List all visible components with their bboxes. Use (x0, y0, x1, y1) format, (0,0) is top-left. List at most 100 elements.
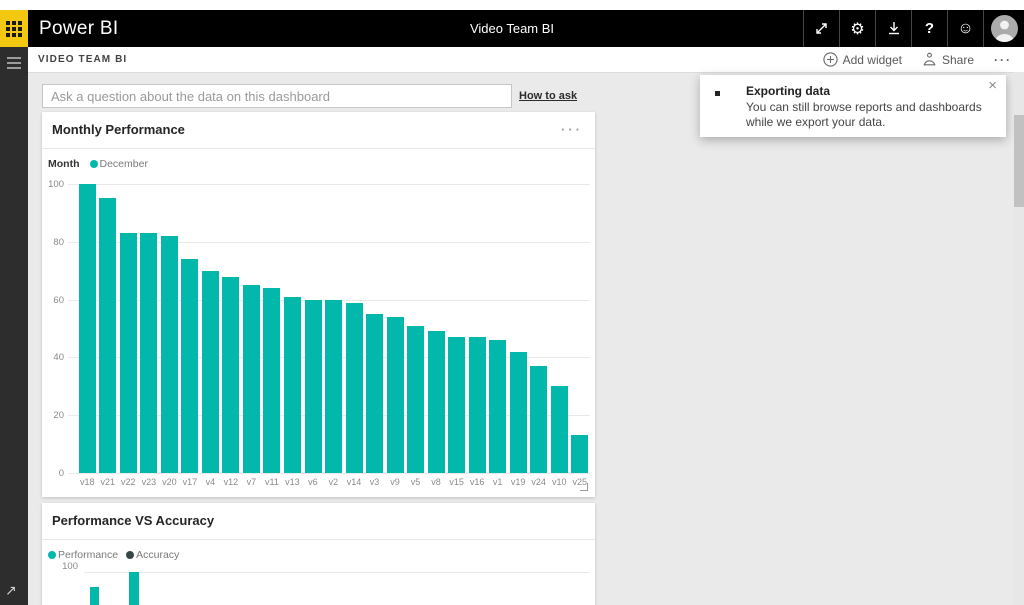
x-tick-label: v20 (159, 477, 180, 487)
y-tick-label: 60 (42, 295, 64, 306)
how-to-ask-link[interactable]: How to ask (519, 90, 577, 102)
bar-v19[interactable] (510, 352, 527, 473)
bar-v15[interactable] (448, 337, 465, 473)
waffle-icon (6, 21, 22, 37)
gridline (68, 184, 590, 185)
x-tick-label: v22 (118, 477, 139, 487)
bar-v22[interactable] (120, 233, 137, 473)
page-scrollbar[interactable] (1014, 72, 1024, 605)
legend-item-accuracy: Accuracy (126, 549, 179, 561)
y-tick-label: 80 (42, 237, 64, 248)
legend-dot-icon (48, 551, 56, 559)
qna-search-input[interactable] (42, 84, 512, 108)
powerbi-logo[interactable]: Power BI (28, 10, 119, 47)
y-tick-label: 0 (42, 468, 64, 479)
bar-v2[interactable] (325, 300, 342, 473)
dashboard-header-bar: VIDEO TEAM BI Add widget Share ··· (28, 47, 1024, 73)
tile-divider (42, 539, 595, 540)
bar-v4[interactable] (202, 271, 219, 473)
x-tick-label: v12 (221, 477, 242, 487)
bar-v7[interactable] (243, 285, 260, 473)
bar-v16[interactable] (469, 337, 486, 473)
x-tick-label: v16 (467, 477, 488, 487)
bar-v5[interactable] (407, 326, 424, 473)
hamburger-menu-button[interactable] (7, 57, 21, 69)
tile-performance-vs-accuracy[interactable]: Performance VS Accuracy Performance Accu… (42, 503, 595, 605)
app-launcher-button[interactable] (0, 10, 28, 47)
tile-title: Performance VS Accuracy (52, 513, 214, 528)
bar-v20[interactable] (161, 236, 178, 473)
breadcrumb: VIDEO TEAM BI (28, 54, 127, 65)
performance-bar-1[interactable] (90, 587, 99, 605)
top-strip (0, 0, 1024, 10)
download-icon (887, 21, 901, 36)
tile-monthly-performance[interactable]: Monthly Performance ··· Month December 0… (42, 112, 595, 497)
x-tick-label: v13 (282, 477, 303, 487)
x-tick-label: v15 (446, 477, 467, 487)
bar-v14[interactable] (346, 303, 363, 474)
bar-v9[interactable] (387, 317, 404, 473)
legend-label: December (100, 158, 148, 170)
bar-v25[interactable] (571, 435, 588, 473)
avatar (991, 15, 1018, 42)
bar-v23[interactable] (140, 233, 157, 473)
toast-title: Exporting data (746, 84, 830, 98)
top-icon-group: ⚙ ? ☺ (803, 10, 1024, 47)
bar-v10[interactable] (551, 386, 568, 473)
smiley-icon: ☺ (957, 20, 973, 38)
chart1-legend: Month December (48, 158, 156, 170)
x-tick-label: v2 (323, 477, 344, 487)
x-tick-label: v21 (98, 477, 119, 487)
x-tick-label: v17 (180, 477, 201, 487)
bar-v17[interactable] (181, 259, 198, 473)
x-tick-label: v3 (364, 477, 385, 487)
plus-circle-icon (823, 52, 838, 67)
settings-button[interactable]: ⚙ (839, 10, 875, 47)
bar-v3[interactable] (366, 314, 383, 473)
legend-item-december: December (90, 158, 148, 170)
bar-v12[interactable] (222, 277, 239, 474)
top-app-bar: Power BI ⚙ ? (0, 10, 1024, 47)
legend-label: Performance (58, 549, 118, 561)
x-tick-label: v6 (303, 477, 324, 487)
feedback-button[interactable]: ☺ (947, 10, 983, 47)
legend-dot-icon (126, 551, 134, 559)
square-dot-icon (715, 91, 720, 96)
x-tick-label: v10 (549, 477, 570, 487)
tile-title: Monthly Performance (52, 122, 185, 137)
expand-rail-button[interactable]: ↗ (5, 582, 17, 599)
dashboard-actions: Add widget Share ··· (823, 52, 1024, 67)
more-options-button[interactable]: ··· (994, 53, 1012, 67)
scrollbar-thumb[interactable] (1014, 115, 1024, 207)
share-button[interactable]: Share (922, 52, 974, 67)
gridline (68, 473, 590, 474)
y-tick-label: 100 (42, 561, 78, 572)
fullscreen-button[interactable] (803, 10, 839, 47)
toast-close-button[interactable]: × (988, 78, 997, 93)
bar-v1[interactable] (489, 340, 506, 473)
hamburger-icon (7, 57, 21, 59)
legend-dot-icon (90, 160, 98, 168)
x-tick-label: v7 (241, 477, 262, 487)
account-button[interactable] (983, 10, 1024, 47)
expand-diagonal-icon (814, 21, 829, 36)
bar-v11[interactable] (263, 288, 280, 473)
bar-v13[interactable] (284, 297, 301, 473)
bar-v18[interactable] (79, 184, 96, 473)
help-button[interactable]: ? (911, 10, 947, 47)
tile-resize-handle[interactable] (580, 483, 588, 491)
download-button[interactable] (875, 10, 911, 47)
add-widget-button[interactable]: Add widget (823, 52, 902, 67)
bar-v6[interactable] (305, 300, 322, 473)
x-tick-label: v23 (139, 477, 160, 487)
legend-item-performance: Performance (48, 549, 118, 561)
add-widget-label: Add widget (843, 53, 902, 67)
bar-v8[interactable] (428, 331, 445, 473)
x-tick-label: v14 (344, 477, 365, 487)
y-tick-label: 40 (42, 352, 64, 363)
performance-bar-2[interactable] (129, 572, 139, 605)
toast-body: You can still browse reports and dashboa… (746, 100, 990, 130)
tile-menu-button[interactable]: ··· (561, 122, 583, 137)
bar-v21[interactable] (99, 198, 116, 473)
bar-v24[interactable] (530, 366, 547, 473)
